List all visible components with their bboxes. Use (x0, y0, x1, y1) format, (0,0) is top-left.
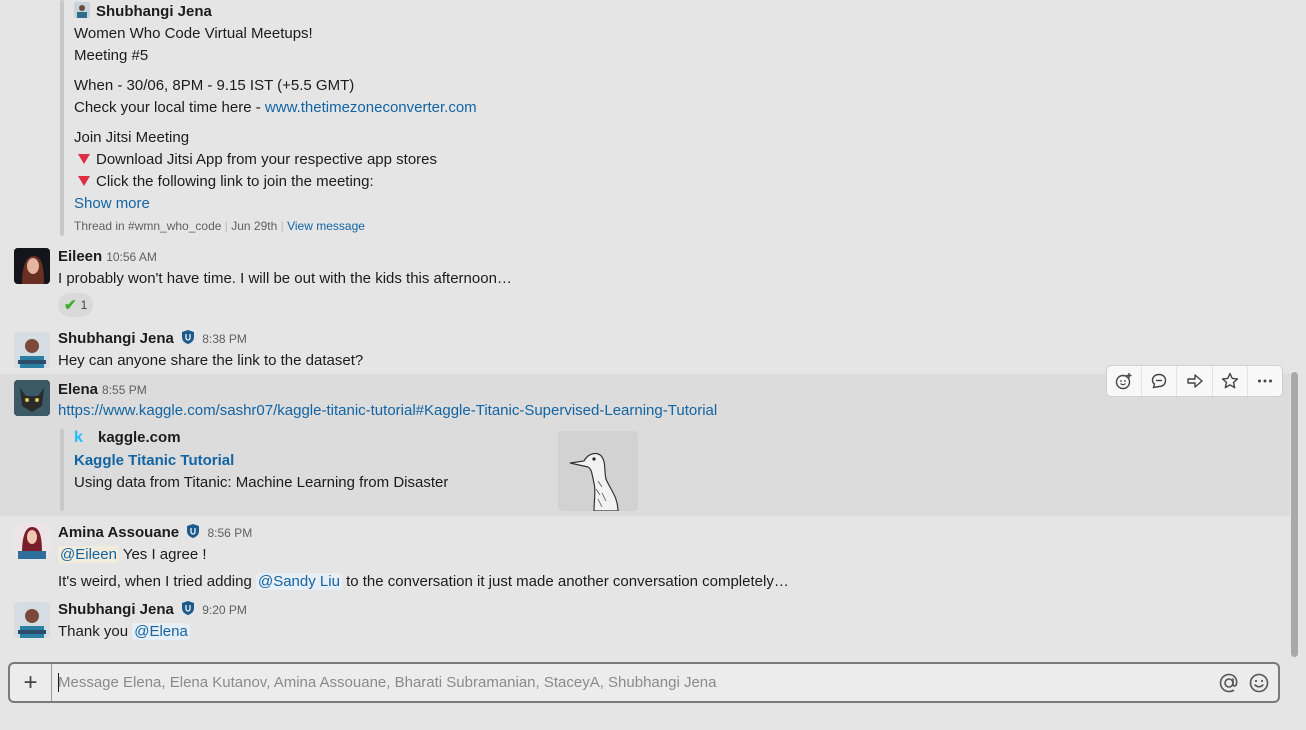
kaggle-url-link[interactable]: https://www.kaggle.com/sashr07/kaggle-ti… (58, 402, 717, 419)
reply-in-thread-button[interactable] (1142, 366, 1178, 396)
shared-post-line: Women Who Code Virtual Meetups! (74, 25, 313, 42)
reaction-count: 1 (80, 298, 88, 312)
share-message-button[interactable] (1177, 366, 1213, 396)
unfurl-site-name: kaggle.com (98, 429, 181, 446)
shared-post-author-avatar (74, 2, 90, 18)
shared-post-bar (60, 0, 64, 236)
message-header: Eileen 10:56 AM (58, 248, 157, 265)
shared-post-bullet: Download Jitsi App from your respective … (78, 151, 437, 168)
author-name[interactable]: Shubhangi Jena (58, 601, 174, 618)
more-actions-button[interactable] (1248, 366, 1282, 396)
check-mark-icon: ✔ (64, 297, 77, 314)
emoji-icon[interactable] (1248, 672, 1270, 694)
save-message-button[interactable] (1213, 366, 1248, 396)
shield-icon (182, 601, 195, 615)
author-name[interactable]: Eileen (58, 248, 102, 265)
message-actions-toolbar (1106, 365, 1283, 397)
unfurl-thumbnail[interactable] (558, 431, 638, 511)
reaction-pill[interactable]: ✔ 1 (58, 293, 94, 317)
shared-post-author-name[interactable]: Shubhangi Jena (96, 3, 212, 20)
avatar[interactable] (14, 523, 50, 559)
shared-post-line: Meeting #5 (74, 47, 149, 64)
timestamp[interactable]: 8:56 PM (208, 526, 253, 540)
shared-post-timezone-line: Check your local time here - www.thetime… (74, 99, 477, 116)
kaggle-icon: k (74, 429, 83, 446)
text-caret (58, 673, 59, 692)
timestamp[interactable]: 10:56 AM (106, 250, 157, 264)
message-composer: + (8, 662, 1280, 703)
message-header: Amina Assouane 8:56 PM (58, 524, 252, 541)
timestamp[interactable]: 8:55 PM (102, 383, 147, 397)
attach-plus-button[interactable]: + (10, 664, 52, 701)
shared-post-author: Shubhangi Jena (74, 2, 212, 20)
shield-icon (182, 330, 195, 344)
message-header: Shubhangi Jena 9:20 PM (58, 601, 247, 618)
red-triangle-down-icon (78, 176, 90, 186)
unfurl-bar (60, 429, 64, 511)
author-name[interactable]: Amina Assouane (58, 524, 179, 541)
author-name[interactable]: Elena (58, 381, 98, 398)
user-mention[interactable]: @Eileen (58, 546, 119, 563)
shubhangi-avatar-image (14, 332, 50, 368)
save-star-icon (1221, 372, 1238, 389)
shared-post-line: Join Jitsi Meeting (74, 129, 190, 146)
add-reaction-icon (1115, 373, 1132, 390)
avatar[interactable] (14, 602, 50, 638)
unfurl-description: Using data from Titanic: Machine Learnin… (74, 474, 449, 491)
amina-avatar-image (14, 523, 50, 559)
message-hover-highlight (0, 374, 1290, 516)
timezone-link[interactable]: www.thetimezoneconverter.com (265, 99, 477, 116)
message-header: Elena 8:55 PM (58, 381, 147, 398)
thread-date[interactable]: Jun 29th (231, 219, 277, 233)
eileen-avatar-image (14, 248, 50, 284)
avatar[interactable] (14, 332, 50, 368)
user-mention[interactable]: @Sandy Liu (255, 573, 342, 590)
unfurl-title-link[interactable]: Kaggle Titanic Tutorial (74, 452, 234, 469)
view-message-link[interactable]: View message (287, 219, 365, 233)
shubhangi-avatar-image (14, 602, 50, 638)
avatar[interactable] (14, 380, 50, 416)
avatar[interactable] (14, 248, 50, 284)
user-mention[interactable]: @Elena (132, 623, 190, 640)
message-input[interactable] (58, 664, 1208, 701)
message-text: It's weird, when I tried adding @Sandy L… (58, 573, 789, 590)
at-mention-icon[interactable] (1218, 672, 1240, 694)
author-name[interactable]: Shubhangi Jena (58, 330, 174, 347)
scrollbar-thumb[interactable] (1291, 372, 1298, 657)
message-header: Shubhangi Jena 8:38 PM (58, 330, 247, 347)
timestamp[interactable]: 8:38 PM (202, 332, 247, 346)
shared-post-bullet: Click the following link to join the mee… (78, 173, 374, 190)
timestamp[interactable]: 9:20 PM (202, 603, 247, 617)
message-text: Thank you @Elena (58, 623, 190, 640)
red-triangle-down-icon (78, 154, 90, 164)
shield-icon (187, 524, 200, 538)
shared-post-footer: Thread in #wmn_who_code | Jun 29th | Vie… (74, 219, 365, 233)
message-text: @Eileen Yes I agree ! (58, 546, 207, 563)
share-message-icon (1186, 374, 1203, 388)
plus-icon: + (23, 668, 38, 696)
reply-in-thread-icon (1152, 373, 1167, 389)
thread-channel-link[interactable]: Thread in #wmn_who_code (74, 219, 221, 233)
message-text: I probably won't have time. I will be ou… (58, 270, 512, 287)
unfurl-site: k kaggle.com (74, 429, 181, 447)
show-more-link[interactable]: Show more (74, 195, 150, 212)
elena-avatar-image (14, 380, 50, 416)
shared-post-line: When - 30/06, 8PM - 9.15 IST (+5.5 GMT) (74, 77, 355, 94)
goose-illustration (558, 431, 638, 511)
add-reaction-button[interactable] (1107, 366, 1143, 396)
more-actions-icon (1257, 379, 1272, 383)
message-text: Hey can anyone share the link to the dat… (58, 352, 364, 369)
shared-post-line: Check your local time here - (74, 99, 265, 116)
